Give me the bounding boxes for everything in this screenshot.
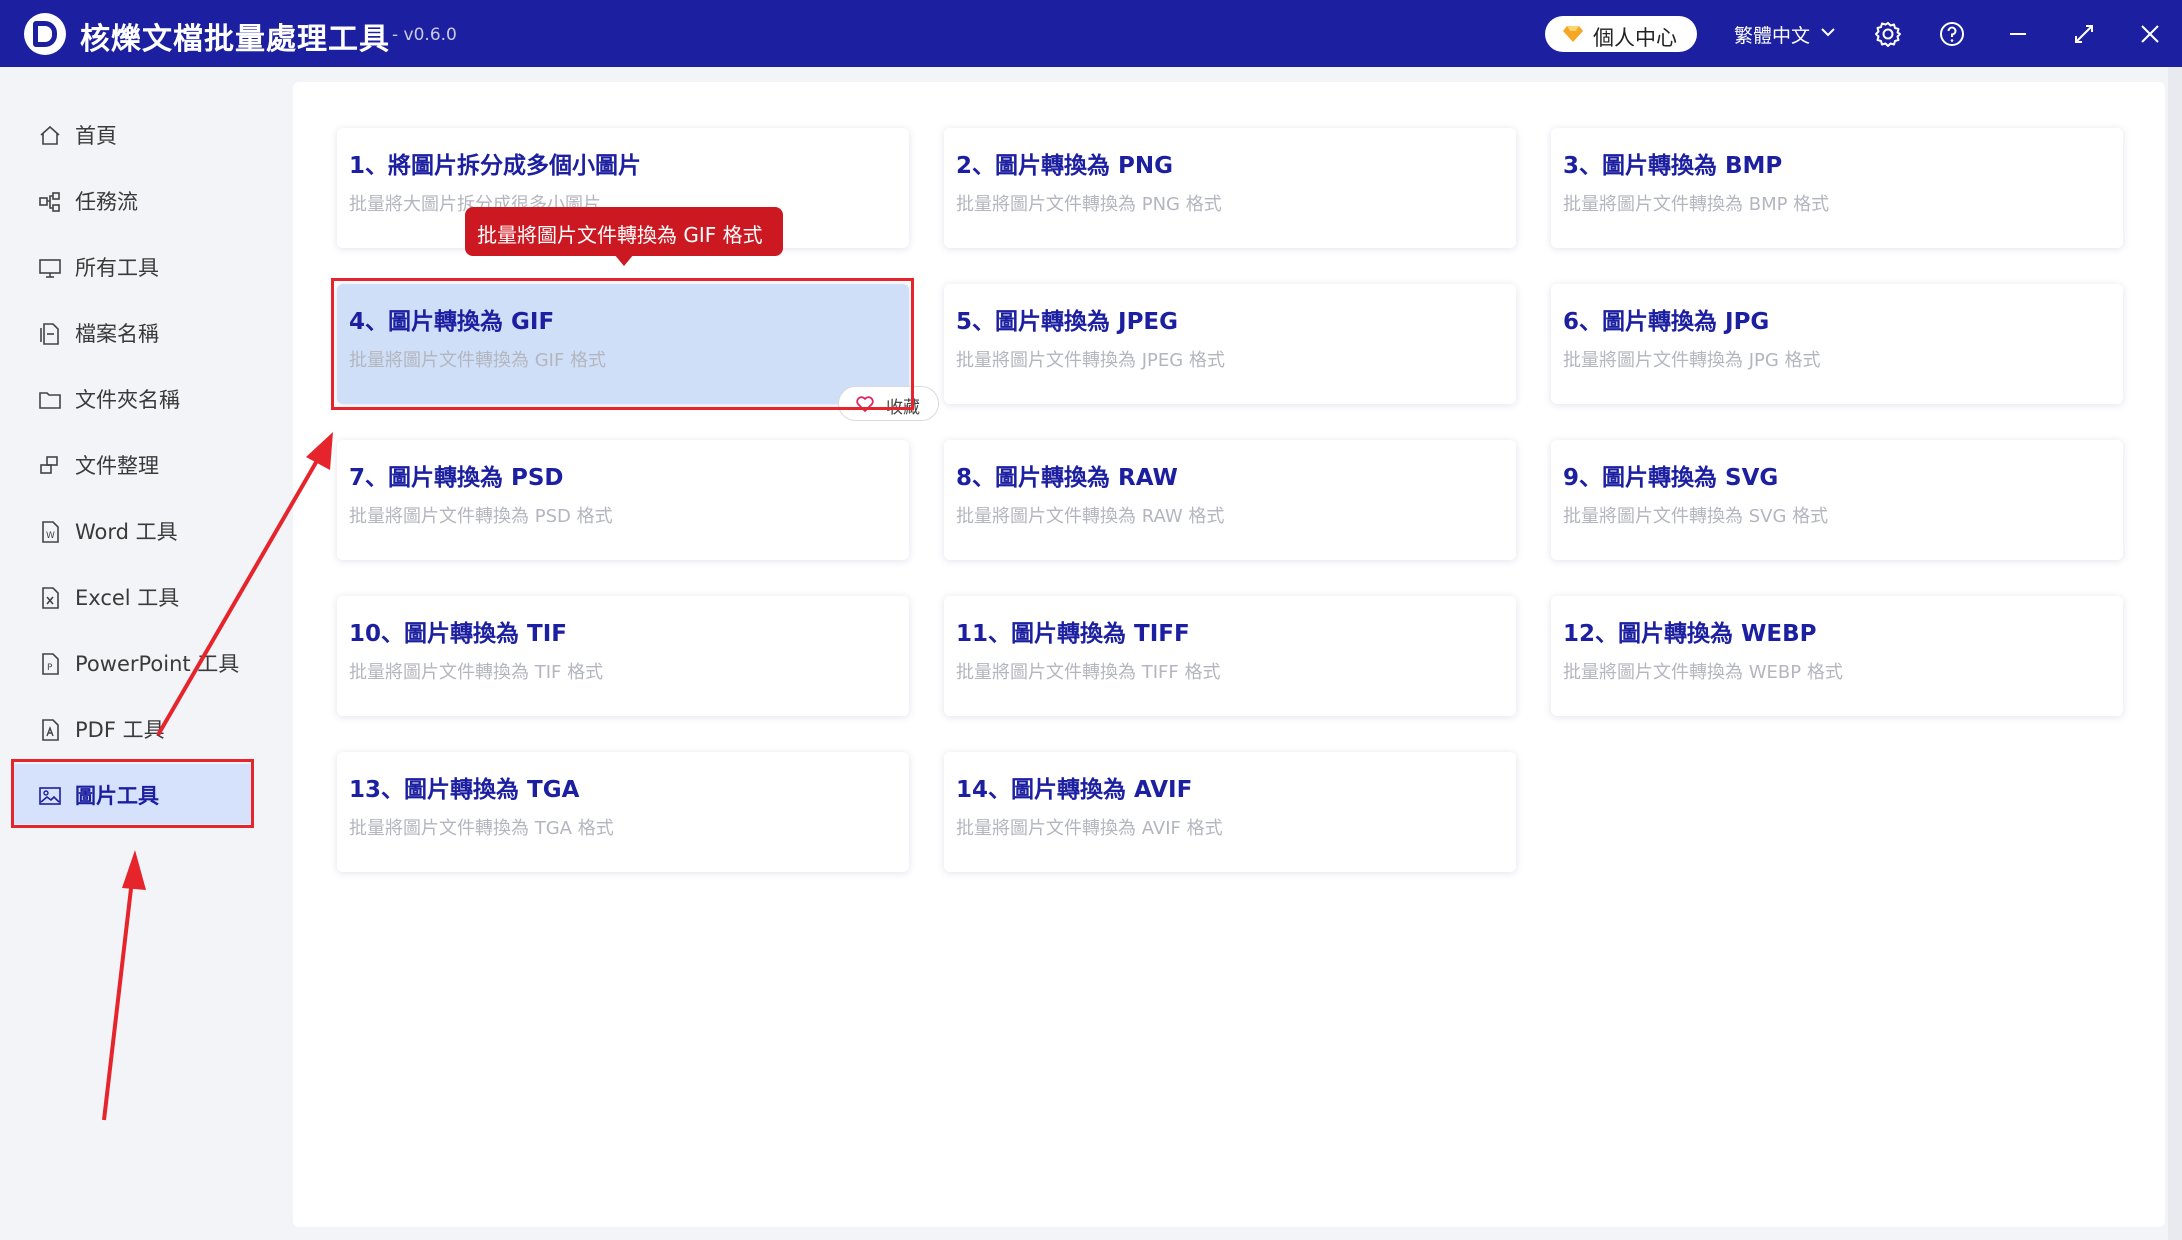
- tool-card-title: 14、圖片轉換為 AVIF: [956, 777, 1193, 803]
- excel-icon: [42, 587, 59, 609]
- diamond-icon: [1563, 26, 1583, 42]
- app-logo-icon: [24, 13, 66, 55]
- scrollbar-track[interactable]: [2168, 67, 2182, 1240]
- pdf-icon: [42, 719, 59, 741]
- sidebar-item-label: 首頁: [75, 124, 117, 148]
- sidebar-item-excel[interactable]: Excel 工具: [14, 566, 252, 626]
- sidebar-item-workflow[interactable]: 任務流: [14, 170, 252, 230]
- sidebar-item-folder-name[interactable]: 文件夾名稱: [14, 368, 252, 428]
- sidebar-item-powerpoint[interactable]: P PowerPoint 工具: [14, 632, 252, 692]
- folder-icon: [39, 392, 61, 409]
- svg-text:P: P: [47, 663, 53, 673]
- tooltip: 批量將圖片文件轉換為 GIF 格式: [465, 207, 783, 266]
- tool-card-title: 12、圖片轉換為 WEBP: [1563, 621, 1817, 647]
- close-icon[interactable]: [2136, 20, 2164, 48]
- sidebar-item-label: 所有工具: [75, 256, 159, 280]
- sidebar-highlight-box: [11, 759, 254, 828]
- sidebar-item-all-tools[interactable]: 所有工具: [14, 236, 252, 296]
- tool-card[interactable]: 5、圖片轉換為 JPEG 批量將圖片文件轉換為 JPEG 格式: [944, 284, 1516, 404]
- tool-card-desc: 批量將圖片文件轉換為 PSD 格式: [349, 506, 613, 527]
- chevron-down-icon[interactable]: [1820, 26, 1836, 38]
- tool-card-desc: 批量將圖片文件轉換為 SVG 格式: [1563, 506, 1829, 527]
- sidebar-item-label: PowerPoint 工具: [75, 652, 240, 676]
- sidebar-item-label: Word 工具: [75, 520, 178, 544]
- tool-card-desc: 批量將圖片文件轉換為 TIF 格式: [349, 662, 604, 683]
- sidebar-item-organize[interactable]: 文件整理: [14, 434, 252, 494]
- tool-card-desc: 批量將圖片文件轉換為 WEBP 格式: [1563, 662, 1843, 683]
- file-icon: [40, 323, 59, 345]
- sidebar-item-home[interactable]: 首頁: [14, 104, 252, 164]
- sidebar-item-file-name[interactable]: 檔案名稱: [14, 302, 252, 362]
- sidebar-item-word[interactable]: W Word 工具: [14, 500, 252, 560]
- tool-card[interactable]: 11、圖片轉換為 TIFF 批量將圖片文件轉換為 TIFF 格式: [944, 596, 1516, 716]
- sidebar-item-label: PDF 工具: [75, 718, 165, 742]
- word-icon: W: [42, 521, 59, 543]
- tool-card-desc: 批量將圖片文件轉換為 JPEG 格式: [956, 350, 1225, 371]
- workflow-icon: [39, 192, 60, 212]
- tool-card-title: 13、圖片轉換為 TGA: [349, 777, 580, 803]
- title-bar: 核爍文檔批量處理工具 - v0.6.0 個人中心 繁體中文: [0, 0, 2182, 67]
- tool-card-desc: 批量將圖片文件轉換為 PNG 格式: [956, 194, 1222, 215]
- tool-card-title: 1、將圖片拆分成多個小圖片: [349, 153, 642, 179]
- tool-card[interactable]: 9、圖片轉換為 SVG 批量將圖片文件轉換為 SVG 格式: [1551, 440, 2123, 560]
- card-highlight-box: [331, 278, 914, 410]
- tooltip-text: 批量將圖片文件轉換為 GIF 格式: [477, 223, 763, 247]
- tool-card-title: 2、圖片轉換為 PNG: [956, 153, 1173, 179]
- monitor-icon: [39, 259, 61, 278]
- tool-card[interactable]: 12、圖片轉換為 WEBP 批量將圖片文件轉換為 WEBP 格式: [1551, 596, 2123, 716]
- tool-card-desc: 批量將圖片文件轉換為 TGA 格式: [349, 818, 614, 839]
- tool-card-title: 11、圖片轉換為 TIFF: [956, 621, 1190, 647]
- tool-card[interactable]: 3、圖片轉換為 BMP 批量將圖片文件轉換為 BMP 格式: [1551, 128, 2123, 248]
- tool-card[interactable]: 2、圖片轉換為 PNG 批量將圖片文件轉換為 PNG 格式: [944, 128, 1516, 248]
- app-title: 核爍文檔批量處理工具: [80, 22, 390, 57]
- app-version: - v0.6.0: [392, 25, 457, 45]
- tool-card[interactable]: 8、圖片轉換為 RAW 批量將圖片文件轉換為 RAW 格式: [944, 440, 1516, 560]
- tool-card-title: 8、圖片轉換為 RAW: [956, 465, 1178, 491]
- user-center-button[interactable]: 個人中心: [1545, 16, 1697, 52]
- tool-card-desc: 批量將圖片文件轉換為 AVIF 格式: [956, 818, 1223, 839]
- powerpoint-icon: P: [42, 653, 59, 675]
- sidebar-item-label: 任務流: [75, 190, 138, 214]
- tool-card-title: 6、圖片轉換為 JPG: [1563, 309, 1770, 335]
- tool-card-desc: 批量將圖片文件轉換為 RAW 格式: [956, 506, 1225, 527]
- language-select[interactable]: 繁體中文: [1734, 21, 1810, 48]
- tool-card-desc: 批量將圖片文件轉換為 JPG 格式: [1563, 350, 1821, 371]
- sidebar-item-pdf[interactable]: PDF 工具: [14, 698, 252, 758]
- sidebar-item-label: 文件整理: [75, 454, 159, 478]
- sidebar-item-label: 文件夾名稱: [75, 388, 180, 412]
- tool-card[interactable]: 14、圖片轉換為 AVIF 批量將圖片文件轉換為 AVIF 格式: [944, 752, 1516, 872]
- tool-card-desc: 批量將圖片文件轉換為 TIFF 格式: [956, 662, 1221, 683]
- tool-card-title: 9、圖片轉換為 SVG: [1563, 465, 1779, 491]
- user-center-label: 個人中心: [1593, 26, 1677, 50]
- tool-card[interactable]: 6、圖片轉換為 JPG 批量將圖片文件轉換為 JPG 格式: [1551, 284, 2123, 404]
- home-icon: [40, 125, 60, 145]
- tool-card-desc: 批量將圖片文件轉換為 BMP 格式: [1563, 194, 1830, 215]
- svg-text:W: W: [46, 531, 55, 541]
- tool-card-title: 3、圖片轉換為 BMP: [1563, 153, 1783, 179]
- sidebar-item-label: Excel 工具: [75, 586, 180, 610]
- tool-card[interactable]: 10、圖片轉換為 TIF 批量將圖片文件轉換為 TIF 格式: [337, 596, 909, 716]
- sidebar-item-label: 檔案名稱: [75, 322, 159, 346]
- tool-card[interactable]: 7、圖片轉換為 PSD 批量將圖片文件轉換為 PSD 格式: [337, 440, 909, 560]
- tool-card[interactable]: 13、圖片轉換為 TGA 批量將圖片文件轉換為 TGA 格式: [337, 752, 909, 872]
- tool-card-title: 5、圖片轉換為 JPEG: [956, 309, 1179, 335]
- tool-card-title: 7、圖片轉換為 PSD: [349, 465, 564, 491]
- maximize-icon[interactable]: [2070, 20, 2098, 48]
- help-icon[interactable]: [1938, 20, 1966, 48]
- organize-icon: [40, 456, 58, 474]
- tool-card-title: 10、圖片轉換為 TIF: [349, 621, 567, 647]
- minimize-icon[interactable]: [2004, 20, 2032, 48]
- settings-icon[interactable]: [1874, 20, 1902, 48]
